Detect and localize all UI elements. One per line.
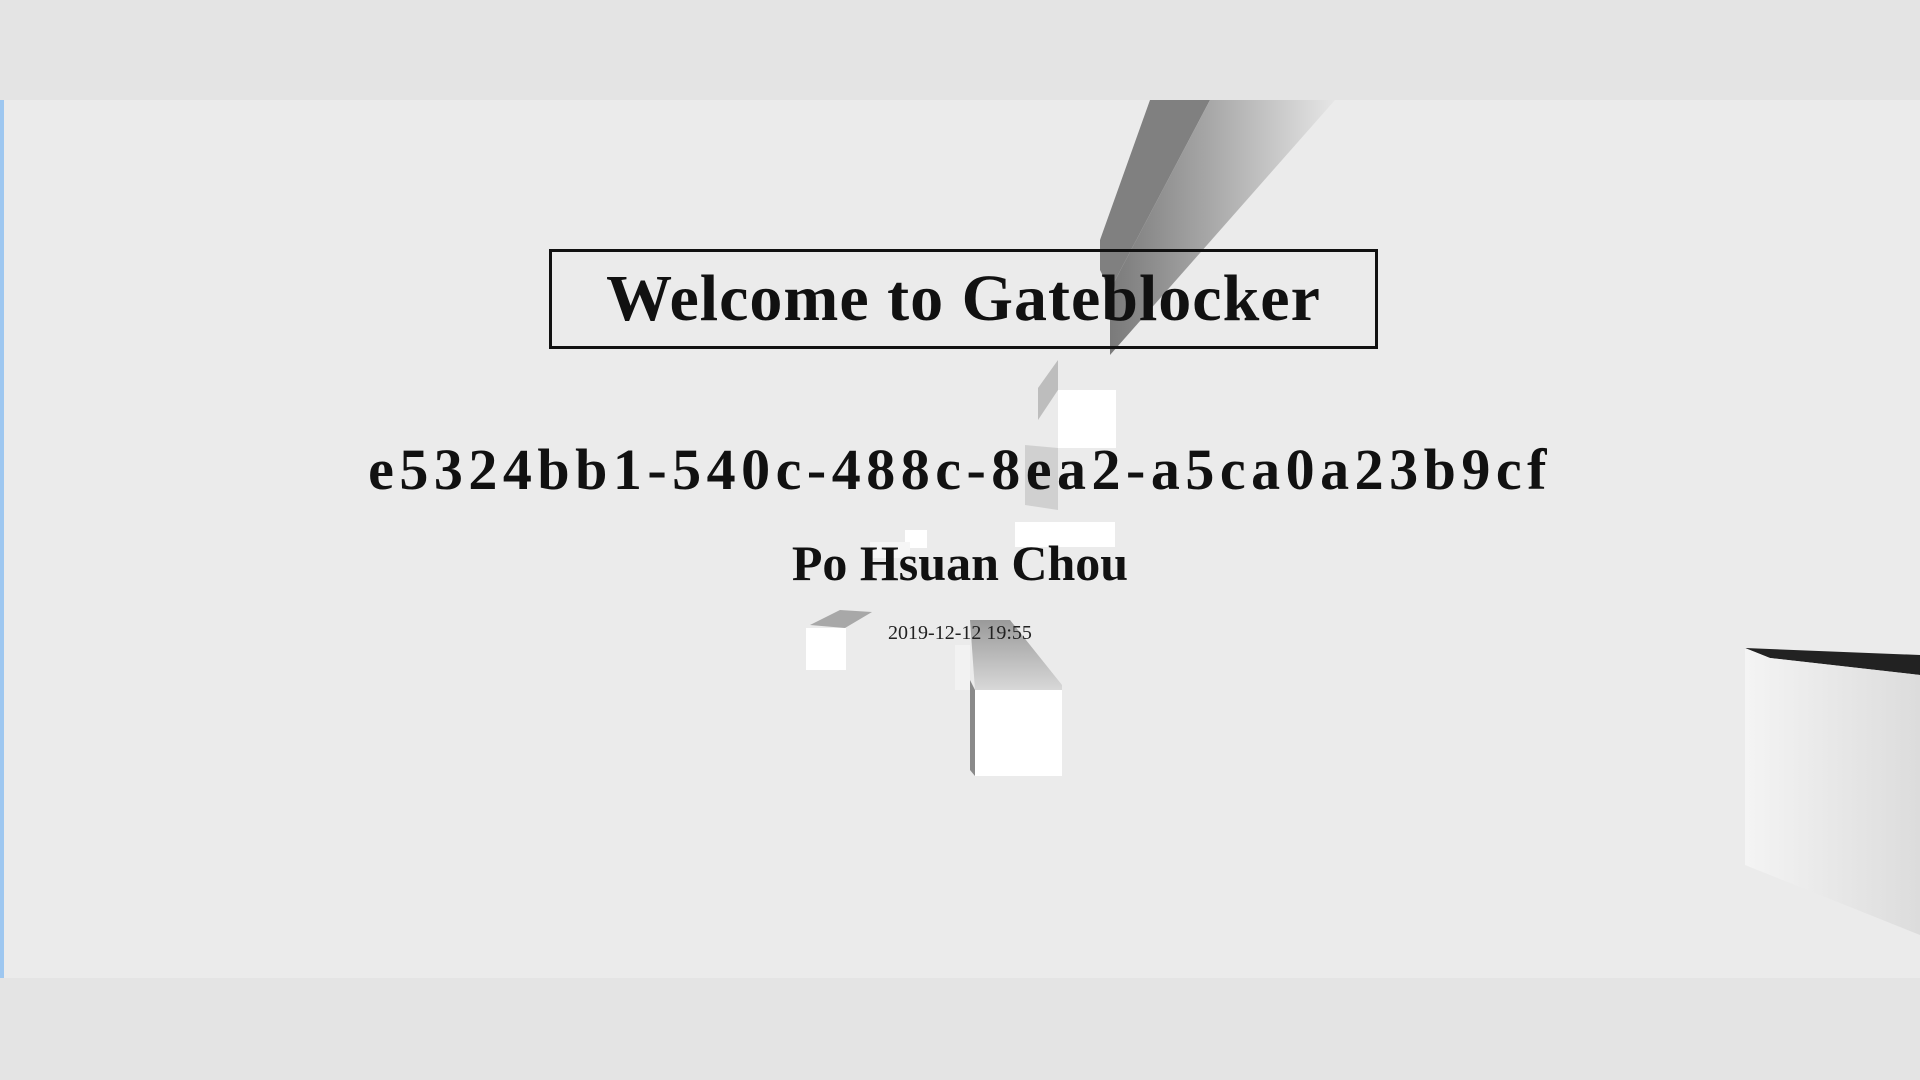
- welcome-title-box: Welcome to Gateblocker: [549, 249, 1378, 349]
- user-name: Po Hsuan Chou: [791, 535, 1129, 591]
- timestamp: 2019-12-12 19:55: [888, 622, 1032, 644]
- right-edge-block: [1745, 648, 1920, 935]
- page-title: Welcome to Gateblocker: [606, 262, 1321, 335]
- session-uuid: e5324bb1-540c-488c-8ea2-a5ca0a23b9cf: [368, 437, 1552, 502]
- viewport: Welcome to Gateblocker e5324bb1-540c-488…: [0, 100, 1920, 978]
